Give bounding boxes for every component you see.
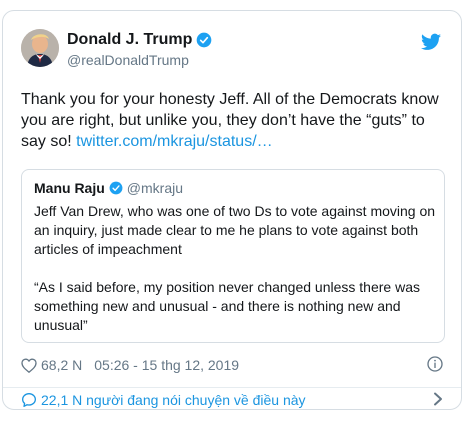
tweet-link[interactable]: twitter.com/mkraju/status/… xyxy=(76,133,273,150)
tweet-text: Thank you for your honesty Jeff. All of … xyxy=(21,89,451,152)
divider xyxy=(3,387,461,388)
conversation-text[interactable]: 22,1 N người đang nói chuyện về điều này xyxy=(41,392,306,408)
conversation-link[interactable]: 22,1 N người đang nói chuyện về điều này xyxy=(21,389,443,411)
chevron-right-icon[interactable] xyxy=(433,392,443,406)
verified-icon xyxy=(197,32,212,48)
quoted-text: Jeff Van Drew, who was one of two Ds to … xyxy=(34,202,438,335)
quoted-author-name: Manu Raju xyxy=(34,180,105,196)
author-name-row[interactable]: Donald J. Trump xyxy=(67,31,212,49)
tweet-meta: 68,2 N 05:26 - 15 thg 12, 2019 xyxy=(21,355,239,375)
quoted-paragraph: “As I said before, my position never cha… xyxy=(34,279,420,333)
info-icon[interactable] xyxy=(427,356,443,372)
like-count[interactable]: 68,2 N xyxy=(41,357,82,373)
timestamp[interactable]: 05:26 - 15 thg 12, 2019 xyxy=(94,357,239,373)
tweet-header: Donald J. Trump @realDonaldTrump xyxy=(21,29,443,73)
avatar[interactable] xyxy=(21,29,59,67)
quoted-paragraph: Jeff Van Drew, who was one of two Ds to … xyxy=(34,203,436,257)
quoted-header: Manu Raju @mkraju xyxy=(34,180,183,196)
verified-icon xyxy=(109,181,123,195)
speech-bubble-icon xyxy=(22,393,36,407)
heart-icon[interactable] xyxy=(21,358,37,373)
author-name[interactable]: Donald J. Trump xyxy=(67,31,192,49)
twitter-bird-icon[interactable] xyxy=(421,33,441,51)
tweet-card[interactable]: Donald J. Trump @realDonaldTrump Thank y… xyxy=(2,10,462,410)
quoted-tweet[interactable]: Manu Raju @mkraju Jeff Van Drew, who was… xyxy=(21,169,445,343)
quoted-author-handle: @mkraju xyxy=(126,180,183,196)
author-handle[interactable]: @realDonaldTrump xyxy=(67,52,189,68)
